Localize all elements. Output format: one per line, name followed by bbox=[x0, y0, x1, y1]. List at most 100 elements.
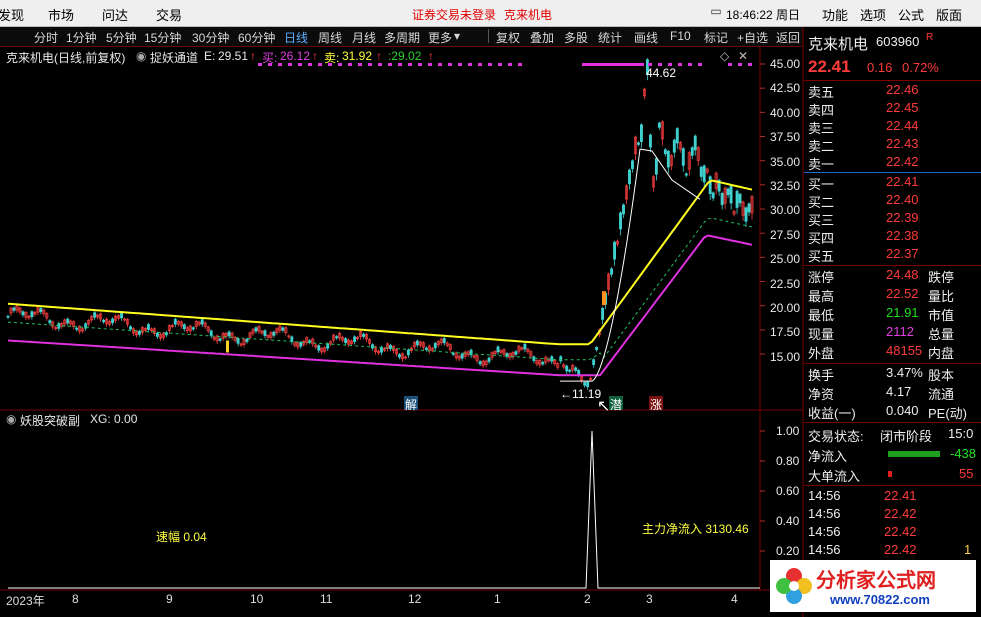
signal-dot bbox=[278, 63, 282, 66]
signal-dot bbox=[438, 63, 442, 66]
divider bbox=[804, 485, 981, 486]
candle-body bbox=[6, 315, 10, 318]
candle-body bbox=[699, 166, 703, 177]
candle-body bbox=[568, 369, 572, 372]
xg-label: XG: 0.00 bbox=[90, 412, 138, 426]
big-inflow-label: 大单流入 bbox=[808, 469, 861, 484]
candle-body bbox=[744, 207, 748, 222]
signal-dot bbox=[598, 63, 600, 66]
indicator-tick: 0.20 bbox=[776, 544, 800, 558]
candle-body bbox=[711, 192, 715, 199]
stat-value: 2112 bbox=[886, 324, 914, 339]
candle-body bbox=[541, 361, 545, 365]
signal-dot bbox=[588, 63, 590, 66]
signal-dot bbox=[428, 63, 432, 66]
upper-channel-line bbox=[7, 179, 753, 346]
signal-dot bbox=[518, 63, 522, 66]
candle-body bbox=[523, 343, 527, 350]
signal-dot bbox=[614, 63, 616, 66]
candle-body bbox=[245, 338, 249, 342]
signal-dot bbox=[584, 63, 586, 66]
candle-body bbox=[129, 326, 132, 330]
price-change: 0.16 bbox=[867, 60, 893, 75]
stat2-right-label: PE(动) bbox=[928, 406, 968, 421]
trade-state-label: 交易状态: bbox=[808, 429, 864, 444]
candle-body bbox=[559, 356, 563, 362]
candle-body bbox=[209, 330, 213, 336]
mid-channel-line bbox=[7, 217, 753, 361]
signal-dot bbox=[408, 63, 412, 66]
settings-icon[interactable]: ◉ bbox=[6, 412, 16, 426]
indicator-tick: 0.60 bbox=[776, 484, 800, 498]
signal-dot bbox=[268, 63, 272, 66]
stat-label: 最高 bbox=[808, 289, 835, 304]
bid-ask-divider bbox=[804, 172, 981, 173]
sub-chart-title[interactable]: 妖股突破副 bbox=[20, 412, 80, 429]
ask-level-label: 卖四 bbox=[808, 103, 835, 118]
signal-dot bbox=[258, 63, 262, 66]
quote-stock-code: 603960 bbox=[876, 34, 920, 49]
tick-time: 14:56 bbox=[808, 488, 841, 503]
highlight-candle bbox=[602, 291, 606, 306]
candle-body bbox=[577, 369, 581, 375]
candle-body bbox=[637, 142, 640, 145]
candle-body bbox=[12, 307, 16, 311]
signal-dot bbox=[738, 63, 742, 66]
signal-dot bbox=[448, 63, 452, 66]
ask-level-label: 卖三 bbox=[808, 121, 835, 136]
price-tick: 35.00 bbox=[770, 154, 801, 169]
signal-dot bbox=[642, 63, 644, 66]
signal-dot bbox=[620, 63, 622, 66]
signal-dot bbox=[612, 63, 614, 66]
candle-body bbox=[628, 169, 631, 185]
net-inflow-label: 净流入 bbox=[808, 449, 848, 464]
candle-body bbox=[30, 311, 34, 318]
signal-dot bbox=[418, 63, 422, 66]
stat2-label: 换手 bbox=[808, 368, 835, 383]
bid-level-label: 买一 bbox=[808, 177, 835, 192]
ask-level-label: 卖一 bbox=[808, 157, 835, 172]
candle-body bbox=[48, 320, 52, 324]
stat-label: 现量 bbox=[808, 327, 835, 342]
stat-label: 涨停 bbox=[808, 270, 835, 285]
candle-body bbox=[666, 150, 670, 168]
candle-body bbox=[478, 361, 482, 365]
candle-body bbox=[693, 135, 697, 151]
signal-dot bbox=[478, 63, 482, 66]
candle-body bbox=[663, 149, 667, 155]
candle-body bbox=[200, 319, 204, 325]
candle-body bbox=[146, 324, 150, 330]
price-tick: 45.00 bbox=[770, 57, 801, 71]
signal-dot bbox=[388, 63, 392, 66]
high-price-label: 44.62 bbox=[646, 66, 677, 80]
price-tick: 22.50 bbox=[770, 276, 801, 291]
mouse-cursor-icon: ↖ bbox=[597, 398, 611, 415]
signal-dot bbox=[626, 63, 628, 66]
candle-body bbox=[182, 324, 186, 330]
candle-body bbox=[218, 338, 222, 341]
ask-level-value: 22.43 bbox=[886, 136, 919, 151]
badge-qian: 潜 bbox=[609, 396, 623, 412]
candle-body bbox=[654, 158, 658, 175]
signal-dot bbox=[728, 63, 732, 66]
bid-level-label: 买二 bbox=[808, 195, 835, 210]
candle-body bbox=[442, 337, 446, 344]
divider bbox=[804, 80, 981, 81]
candle-body bbox=[595, 347, 599, 350]
signal-dots bbox=[258, 63, 752, 66]
candle-body bbox=[236, 338, 240, 344]
candle-body bbox=[496, 346, 500, 353]
signal-dot bbox=[618, 63, 620, 66]
signal-dot bbox=[318, 63, 322, 66]
price-tick: 20.00 bbox=[770, 301, 801, 315]
divider bbox=[804, 363, 981, 364]
candle-body bbox=[335, 336, 339, 339]
stat2-label: 收益(一) bbox=[808, 406, 856, 421]
candle-body bbox=[39, 308, 43, 313]
signal-dot bbox=[368, 63, 372, 66]
candle-body bbox=[138, 330, 141, 335]
signal-dot bbox=[328, 63, 332, 66]
watermark-url: www.70822.com bbox=[830, 592, 930, 607]
tick-vol: 1 bbox=[964, 542, 972, 557]
candle-body bbox=[648, 134, 652, 148]
